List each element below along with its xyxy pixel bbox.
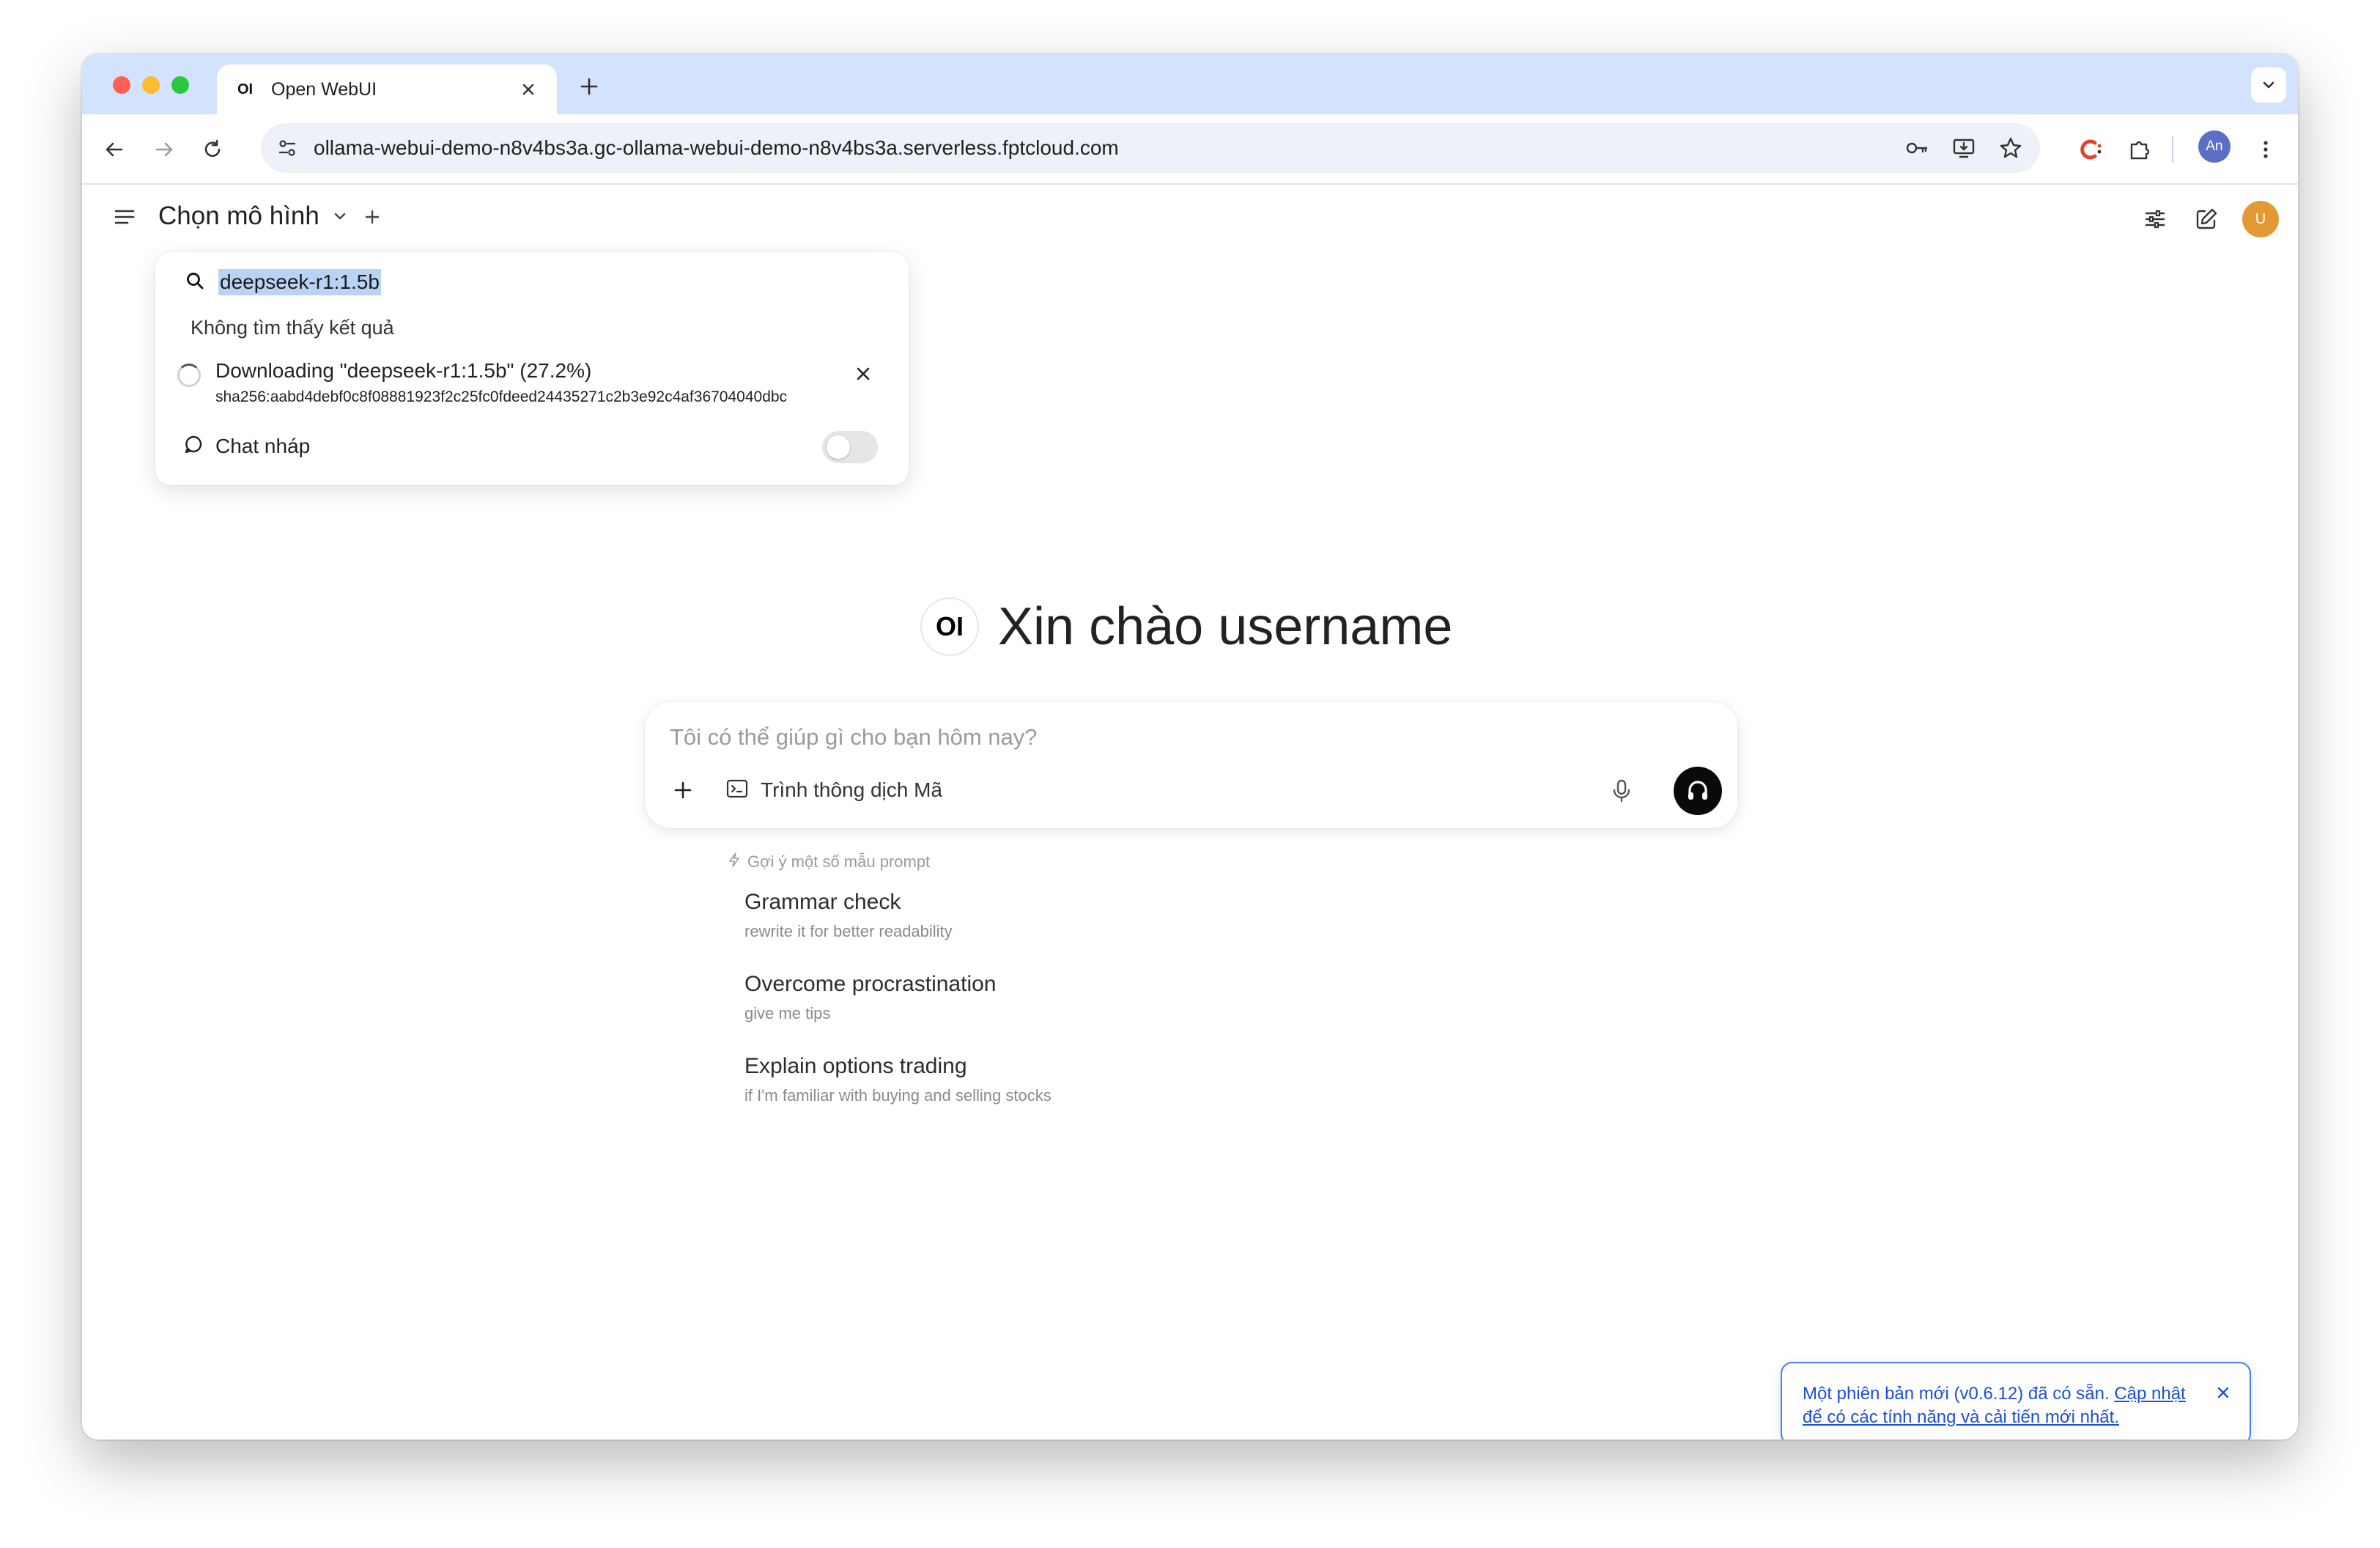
chevron-down-icon <box>327 203 353 229</box>
tab-title: Open WebUI <box>271 78 377 100</box>
extension-c-icon[interactable] <box>2074 132 2109 167</box>
tab-strip: OI Open WebUI <box>82 54 2298 114</box>
model-dropdown: deepseek-r1:1.5b Không tìm thấy kết quả … <box>155 252 909 485</box>
site-info-icon[interactable] <box>271 132 303 164</box>
close-toast-icon[interactable] <box>2210 1379 2236 1406</box>
suggestions-heading: Gợi ý một số mẫu prompt <box>727 852 930 871</box>
greeting-text: Xin chào username <box>998 597 1453 656</box>
voice-mode-button[interactable] <box>1674 767 1722 815</box>
user-avatar[interactable]: U <box>2242 201 2279 237</box>
suggestion-title: Overcome procrastination <box>744 972 997 996</box>
model-search[interactable]: deepseek-r1:1.5b <box>185 265 381 299</box>
close-window-button[interactable] <box>113 76 130 94</box>
new-chat-pencil-icon[interactable] <box>2189 202 2223 236</box>
sidebar-toggle-icon[interactable] <box>108 201 141 233</box>
url-text[interactable]: ollama-webui-demo-n8v4bs3a.gc-ollama-web… <box>314 136 1899 160</box>
browser-window: OI Open WebUI ollama-webui-demo-n8v4bs3a… <box>82 54 2298 1440</box>
chat-bubble-icon <box>183 434 204 458</box>
add-model-button[interactable] <box>359 204 385 230</box>
model-selector-label: Chọn mô hình <box>158 202 319 230</box>
maximize-window-button[interactable] <box>171 76 189 94</box>
back-button[interactable] <box>97 132 132 167</box>
update-message: Một phiên bản mới (v0.6.12) đã có sẵn. <box>1803 1384 2110 1404</box>
tab-favicon-icon: OI <box>237 81 254 97</box>
browser-toolbar: ollama-webui-demo-n8v4bs3a.gc-ollama-web… <box>82 114 2298 185</box>
toolbar-separator <box>2172 136 2173 163</box>
greeting: OI Xin chào username <box>922 597 1452 657</box>
suggestion-title: Explain options trading <box>744 1054 967 1078</box>
extensions-puzzle-icon[interactable] <box>2122 132 2157 167</box>
update-toast-text: Một phiên bản mới (v0.6.12) đã có sẵn. C… <box>1803 1382 2198 1429</box>
reload-button[interactable] <box>195 132 230 167</box>
no-results-text: Không tìm thấy kết quả <box>191 317 394 339</box>
open-webui-app: Chọn mô hình U deepseek-r1:1.5b Không tì… <box>82 186 2298 1440</box>
toggle-knob <box>827 435 850 459</box>
search-icon <box>185 270 205 295</box>
attach-plus-icon[interactable] <box>665 773 701 808</box>
lightning-icon <box>727 852 742 871</box>
forward-button[interactable] <box>147 132 182 167</box>
suggestion-subtitle: rewrite it for better readability <box>744 922 953 940</box>
suggestion-item[interactable]: Explain options trading if I'm familiar … <box>744 1054 1052 1105</box>
download-status-text: Downloading "deepseek-r1:1.5b" (27.2%) <box>215 359 592 382</box>
suggestion-item[interactable]: Overcome procrastination give me tips <box>744 972 996 1023</box>
tab-close-icon[interactable] <box>517 78 539 100</box>
chat-input-box[interactable]: Tôi có thể giúp gì cho bạn hôm nay? Trìn… <box>645 702 1738 828</box>
model-search-input[interactable]: deepseek-r1:1.5b <box>218 269 381 295</box>
model-selector[interactable]: Chọn mô hình <box>158 199 353 233</box>
password-key-icon[interactable] <box>1899 130 1934 166</box>
address-bar[interactable]: ollama-webui-demo-n8v4bs3a.gc-ollama-web… <box>261 123 2040 173</box>
minimize-window-button[interactable] <box>142 76 160 94</box>
temporary-chat-row[interactable]: Chat nháp <box>183 434 310 458</box>
suggestion-title: Grammar check <box>744 890 901 914</box>
temporary-chat-toggle[interactable] <box>822 431 878 463</box>
cancel-download-icon[interactable] <box>850 361 876 387</box>
code-interpreter-button[interactable]: Trình thông dịch Mã <box>725 774 942 806</box>
profile-avatar[interactable]: An <box>2198 130 2231 163</box>
suggestion-subtitle: give me tips <box>744 1004 831 1022</box>
tab-search-button[interactable] <box>2251 67 2286 103</box>
more-menu-icon[interactable] <box>2248 132 2283 167</box>
update-toast: Một phiên bản mới (v0.6.12) đã có sẵn. C… <box>1781 1362 2251 1440</box>
temporary-chat-label: Chat nháp <box>215 434 311 457</box>
terminal-icon <box>725 777 749 804</box>
code-interpreter-label: Trình thông dịch Mã <box>761 778 942 801</box>
install-app-icon[interactable] <box>1946 130 1981 166</box>
open-webui-logo: OI <box>922 599 978 655</box>
suggestions-heading-label: Gợi ý một số mẫu prompt <box>747 852 931 871</box>
download-progress-item: Downloading "deepseek-r1:1.5b" (27.2%) s… <box>177 356 881 408</box>
bookmark-star-icon[interactable] <box>1993 130 2028 166</box>
loading-spinner-icon <box>177 364 201 387</box>
download-digest-text: sha256:aabd4debf0c8f08881923f2c25fc0fdee… <box>215 388 788 405</box>
suggestion-subtitle: if I'm familiar with buying and selling … <box>744 1086 1052 1105</box>
tab-open-webui[interactable]: OI Open WebUI <box>217 64 557 114</box>
microphone-icon[interactable] <box>1605 774 1638 808</box>
chat-input-field[interactable]: Tôi có thể giúp gì cho bạn hôm nay? <box>670 724 1038 751</box>
controls-sliders-icon[interactable] <box>2138 202 2172 236</box>
new-tab-button[interactable] <box>573 70 605 103</box>
suggestion-item[interactable]: Grammar check rewrite it for better read… <box>744 890 953 941</box>
